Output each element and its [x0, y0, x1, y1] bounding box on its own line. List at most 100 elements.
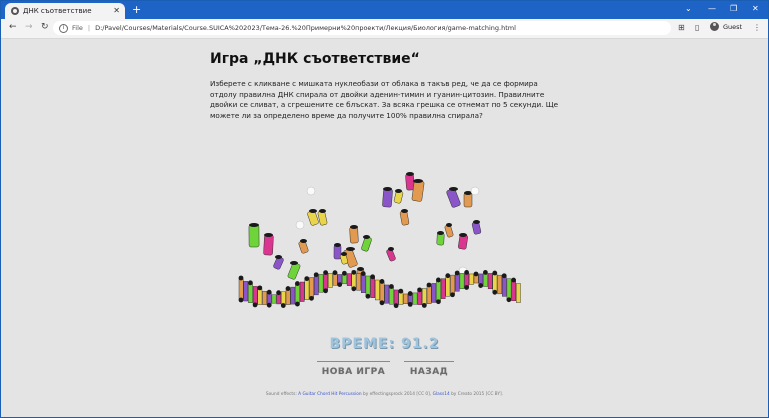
helix-backbone-node — [252, 302, 258, 308]
helix-base-pair — [469, 273, 474, 285]
nucleobase-cap — [473, 220, 480, 224]
file-scheme-label: File — [72, 24, 83, 32]
new-tab-button[interactable]: + — [132, 3, 141, 17]
url-text: D:/Pavel/Courses/Materials/Course.SUICA%… — [95, 24, 516, 32]
helix-base-pair — [314, 275, 319, 296]
helix-base-pair — [281, 291, 286, 305]
globe-icon — [11, 7, 19, 15]
nucleobase-cap — [319, 209, 326, 213]
helix-base-pair — [375, 279, 380, 301]
helix-base-pair — [323, 273, 329, 290]
helix-base-pair — [417, 290, 423, 305]
helix-backbone-node — [323, 288, 328, 294]
nucleobase-cylinder — [333, 244, 342, 260]
helix-backbone-node — [445, 273, 451, 279]
helix-base-pair — [295, 284, 300, 304]
helix-backbone-node — [248, 280, 253, 286]
helix-base-pair — [403, 293, 408, 305]
avatar-icon — [710, 22, 719, 31]
helix-backbone-node — [379, 300, 385, 306]
helix-base-pair — [332, 273, 338, 286]
helix-backbone-node — [266, 302, 272, 308]
helix-base-pair — [478, 273, 484, 285]
chevron-down-icon[interactable]: ⌄ — [685, 4, 692, 13]
helix-backbone-node — [454, 270, 460, 276]
helix-backbone-node — [295, 281, 300, 286]
helix-backbone-node — [238, 275, 244, 281]
helix-base-pair — [318, 274, 324, 293]
info-icon[interactable]: i — [59, 23, 68, 33]
nucleobase-cap — [264, 233, 273, 237]
maximize-button[interactable]: ❐ — [730, 4, 737, 13]
helix-backbone-node — [365, 293, 371, 299]
back-button[interactable]: ← — [9, 22, 17, 32]
back-label: НАЗАД — [409, 367, 449, 377]
helix-backbone-node — [417, 287, 422, 293]
close-window-button[interactable]: ✕ — [752, 4, 759, 13]
helix-base-pair — [361, 274, 366, 293]
helix-base-pair — [431, 283, 437, 303]
helix-backbone-node — [492, 270, 498, 276]
side-panel-icon[interactable]: ▯ — [695, 23, 699, 32]
credits-mid: by effectingsprock 2014 [CC 0], — [363, 392, 432, 397]
helix-base-pair — [342, 274, 347, 285]
nucleobase-cap — [275, 255, 282, 259]
helix-base-pair — [346, 273, 352, 286]
browser-tab[interactable]: ДНК съответствие ✕ — [5, 3, 125, 19]
helix-backbone-node — [332, 270, 338, 276]
helix-base-pair — [290, 286, 296, 305]
timer-display: ВРЕМЕ: 91.2 — [329, 336, 440, 352]
forward-button[interactable]: → — [25, 22, 33, 32]
helix-backbone-node — [313, 272, 319, 278]
helix-backbone-node — [506, 297, 512, 303]
helix-backbone-node — [426, 282, 432, 288]
helix-backbone-node — [398, 288, 404, 294]
nucleobase-cap — [357, 267, 364, 271]
helix-backbone-node — [309, 295, 314, 301]
title-bar: ДНК съответствие ✕ + ⌄ — ❐ ✕ — [1, 1, 768, 19]
helix-base-pair — [459, 273, 465, 289]
helix-base-pair — [309, 277, 314, 298]
helix-backbone-node — [257, 285, 263, 291]
profile-button[interactable]: Guest — [710, 22, 742, 31]
helix-backbone-node — [501, 273, 507, 279]
helix-base-pair — [483, 273, 488, 287]
address-bar[interactable]: i File | D:/Pavel/Courses/Materials/Cour… — [53, 21, 671, 35]
credits: Sound effects: A Guitar Chord Hit Percus… — [1, 392, 768, 397]
helix-base-pair — [440, 278, 446, 299]
nucleobase-cylinder — [349, 226, 359, 244]
credits-link-guitar[interactable]: A Guitar Chord Hit Percussion — [298, 392, 361, 397]
nucleobase-cap — [341, 252, 347, 256]
helix-backbone-node — [360, 271, 366, 276]
helix-base-pair — [285, 289, 291, 305]
reload-button[interactable]: ↻ — [41, 22, 49, 32]
credits-link-glass[interactable]: Glass14 — [433, 392, 450, 397]
helix-base-pair — [492, 273, 498, 292]
translate-icon[interactable]: ⊞ — [678, 23, 685, 32]
helix-backbone-node — [478, 283, 484, 288]
helix-backbone-node — [379, 279, 385, 284]
helix-backbone-node — [492, 289, 498, 295]
helix-base-pair — [262, 290, 267, 305]
helix-base-pair — [511, 280, 517, 302]
helix-base-pair — [243, 281, 249, 302]
nucleobase-cap — [459, 233, 467, 237]
helix-backbone-node — [389, 284, 394, 289]
helix-backbone-node — [295, 301, 300, 307]
helix-base-pair — [379, 282, 385, 303]
helix-backbone-node — [473, 271, 479, 277]
helix-backbone-node — [266, 289, 272, 295]
menu-icon[interactable]: ⋮ — [753, 23, 761, 32]
helix-base-pair — [398, 291, 404, 305]
tab-close-icon[interactable]: ✕ — [113, 6, 120, 15]
nucleobase-cap — [383, 187, 392, 191]
sphere-atom — [295, 220, 305, 230]
helix-base-pair — [445, 276, 451, 297]
back-button-game[interactable]: НАЗАД — [404, 361, 454, 382]
helix-backbone-node — [421, 303, 427, 308]
credits-suffix: by Creato 2015 [CC BY]. — [451, 392, 504, 397]
new-game-button[interactable]: НОВА ИГРА — [317, 361, 390, 382]
nucleobase-cap — [249, 223, 259, 227]
helix-backbone-node — [323, 270, 328, 275]
minimize-button[interactable]: — — [708, 4, 716, 13]
